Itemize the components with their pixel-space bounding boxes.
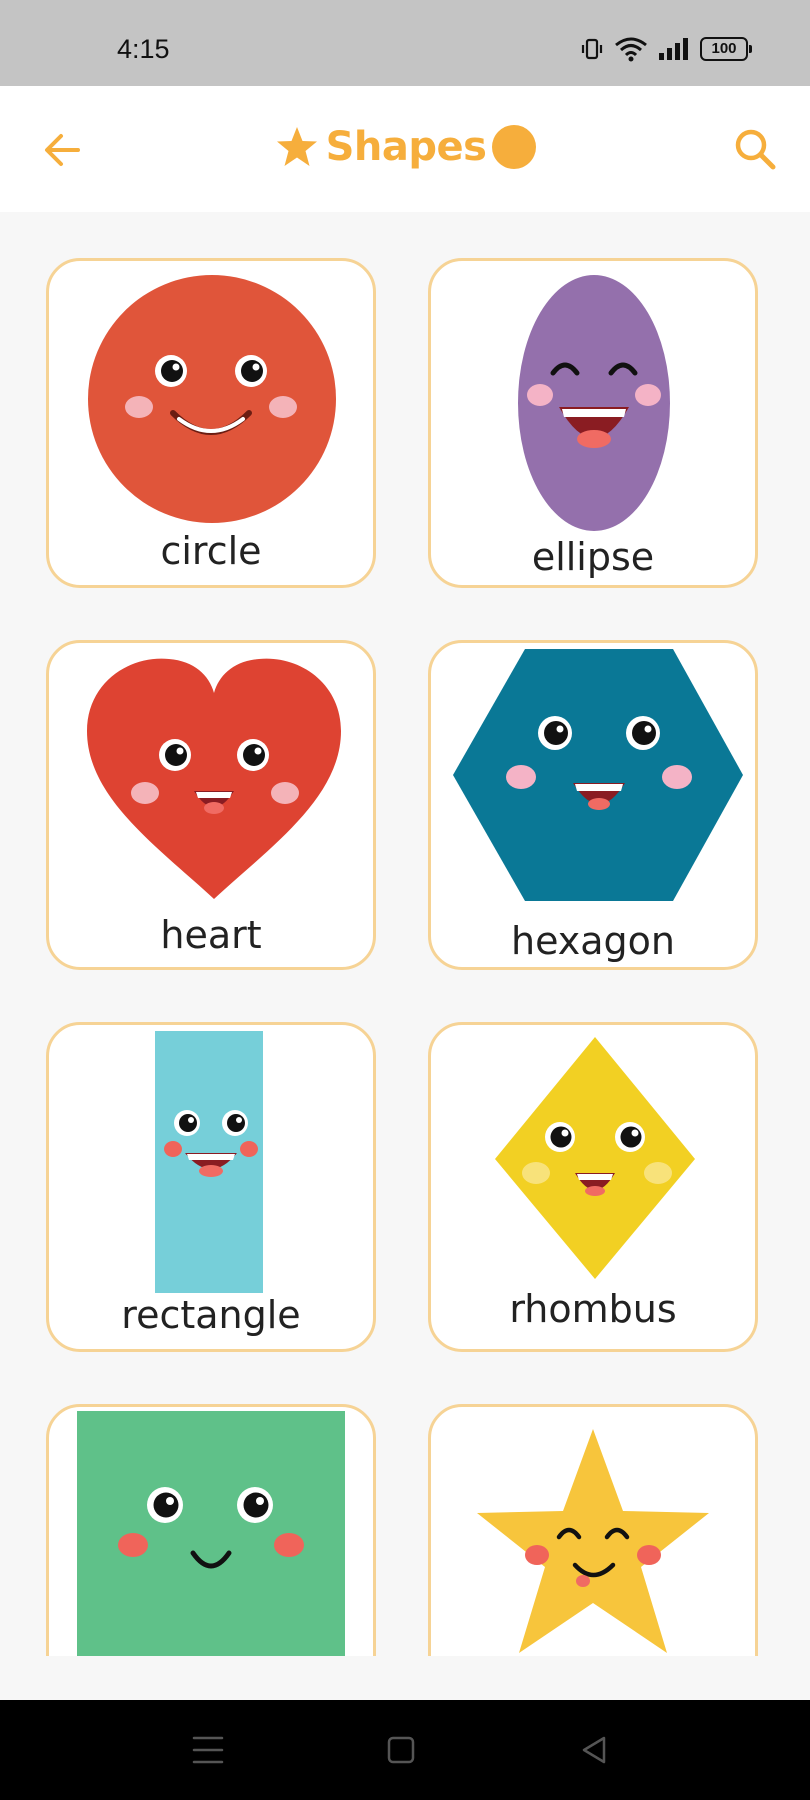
shape-label: hexagon	[510, 919, 676, 963]
star-icon	[276, 127, 317, 166]
vibrate-icon	[581, 38, 603, 60]
shape-label: rhombus	[509, 1287, 677, 1331]
status-icons: 100	[580, 36, 752, 62]
shapes-grid: circle ellipse heart hexagon rectangle r…	[0, 212, 810, 1656]
status-bar: 4:15 100	[0, 0, 810, 86]
page-title: Shapes	[325, 124, 487, 170]
shape-card-square[interactable]	[46, 1404, 376, 1656]
shape-card-hexagon[interactable]: hexagon	[428, 640, 758, 970]
shape-card-ellipse[interactable]: ellipse	[428, 258, 758, 588]
circle-icon	[492, 125, 537, 169]
app-bar: Shapes	[0, 86, 810, 212]
shape-card-circle[interactable]: circle	[46, 258, 376, 588]
system-nav-bar	[0, 1700, 810, 1800]
battery-level: 100	[711, 40, 737, 57]
home-icon[interactable]	[381, 1730, 421, 1770]
shape-card-star[interactable]	[428, 1404, 758, 1656]
square-illustration	[77, 1411, 345, 1656]
battery-icon: 100	[700, 37, 752, 61]
shape-label: heart	[160, 913, 262, 957]
shape-card-heart[interactable]: heart	[46, 640, 376, 970]
search-icon[interactable]	[732, 126, 778, 172]
signal-icon	[659, 38, 688, 60]
shape-card-rectangle[interactable]: rectangle	[46, 1022, 376, 1352]
wifi-icon	[615, 37, 647, 62]
shape-label: rectangle	[121, 1293, 301, 1337]
title-group: Shapes	[0, 124, 810, 170]
menu-icon[interactable]	[188, 1730, 228, 1770]
shape-card-rhombus[interactable]: rhombus	[428, 1022, 758, 1352]
back-icon[interactable]	[574, 1730, 614, 1770]
shape-label: ellipse	[531, 535, 655, 579]
star-illustration	[477, 1429, 709, 1653]
status-time: 4:15	[117, 34, 170, 64]
shape-label: circle	[160, 529, 262, 573]
